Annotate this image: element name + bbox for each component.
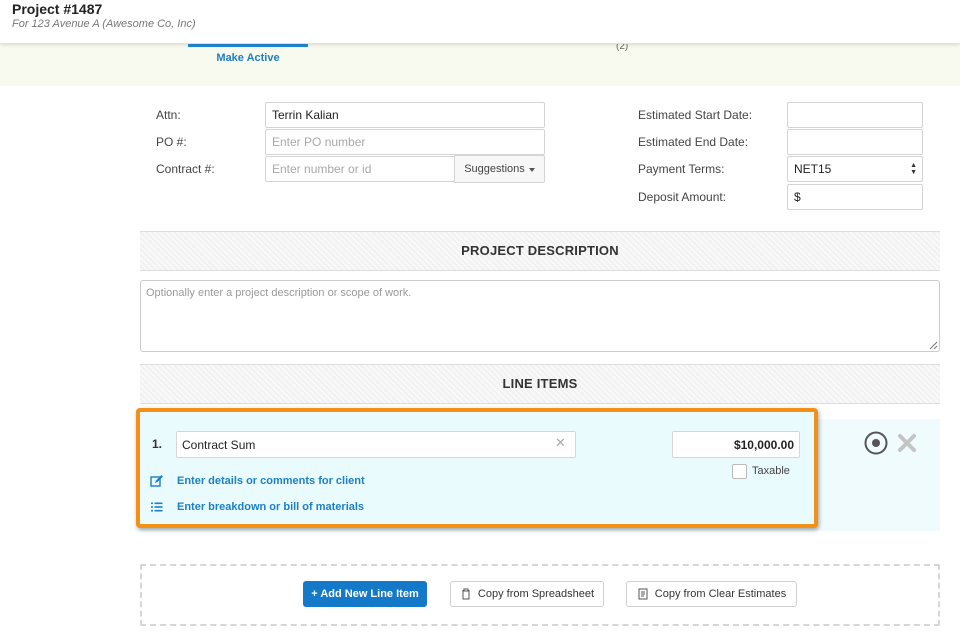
- payment-terms-label: Payment Terms:: [638, 162, 725, 176]
- taxable-checkbox[interactable]: [732, 464, 747, 479]
- contract-label: Contract #:: [156, 162, 215, 176]
- attn-input[interactable]: [265, 102, 545, 128]
- end-date-input[interactable]: [787, 129, 923, 155]
- line-item-name-input[interactable]: [176, 431, 576, 458]
- project-title: Project #1487: [12, 1, 103, 17]
- tab-bar: Make Active (2): [0, 41, 960, 86]
- project-description-textarea[interactable]: [140, 280, 940, 352]
- list-icon: [151, 502, 163, 512]
- details-link-text: Enter details or comments for client: [177, 475, 365, 487]
- breakdown-link-text: Enter breakdown or bill of materials: [177, 501, 365, 513]
- add-line-item-button[interactable]: + Add New Line Item: [303, 581, 427, 607]
- payment-terms-select[interactable]: NET15 ▲ ▼: [787, 156, 923, 182]
- line-items-header: LINE ITEMS: [140, 364, 940, 404]
- breakdown-link[interactable]: Enter breakdown or bill of materials: [150, 500, 364, 514]
- suggestions-label: Suggestions: [464, 163, 525, 175]
- line-item-number: 1.: [152, 437, 163, 451]
- project-description-header: PROJECT DESCRIPTION: [140, 231, 940, 271]
- clear-icon[interactable]: ✕: [555, 435, 566, 451]
- resize-handle-icon[interactable]: [929, 341, 938, 350]
- remove-icon[interactable]: [896, 432, 918, 454]
- start-date-label: Estimated Start Date:: [638, 108, 753, 122]
- po-input[interactable]: [265, 129, 545, 155]
- project-subtitle: For 123 Avenue A (Awesome Co, Inc): [12, 18, 196, 30]
- contract-input[interactable]: [265, 156, 455, 182]
- project-header: Project #1487 For 123 Avenue A (Awesome …: [0, 0, 960, 44]
- caret-down-icon: [528, 167, 535, 172]
- line-item-amount-input[interactable]: [672, 431, 800, 458]
- start-date-input[interactable]: [787, 102, 923, 128]
- active-tab-indicator: [188, 44, 308, 47]
- copy-clear-estimates-label: Copy from Clear Estimates: [654, 588, 787, 600]
- suggestions-button[interactable]: Suggestions: [454, 155, 545, 183]
- copy-spreadsheet-label: Copy from Spreadsheet: [477, 588, 595, 600]
- copy-spreadsheet-button[interactable]: Copy from Spreadsheet: [450, 581, 604, 607]
- copy-clear-estimates-button[interactable]: Copy from Clear Estimates: [626, 581, 797, 607]
- select-arrows-icon: ▲ ▼: [910, 162, 917, 176]
- deposit-input[interactable]: [787, 184, 923, 210]
- radio-target-icon[interactable]: [864, 431, 888, 455]
- details-link[interactable]: Enter details or comments for client: [150, 474, 365, 488]
- end-date-label: Estimated End Date:: [638, 135, 749, 149]
- po-label: PO #:: [156, 135, 187, 149]
- tab-make-active[interactable]: Make Active: [188, 52, 308, 64]
- taxable-label: Taxable: [752, 465, 790, 477]
- payment-terms-value: NET15: [794, 162, 832, 176]
- edit-icon: [150, 475, 163, 487]
- document-icon: [638, 588, 648, 600]
- deposit-label: Deposit Amount:: [638, 190, 727, 204]
- paste-icon: [462, 588, 470, 600]
- attn-label: Attn:: [156, 108, 181, 122]
